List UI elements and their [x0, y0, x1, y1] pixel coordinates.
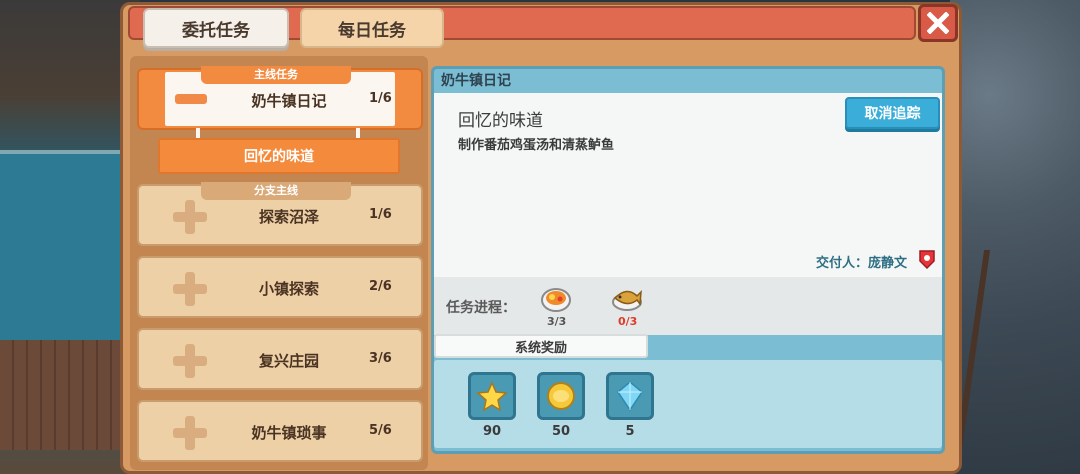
quest-name: 复兴庄园 [258, 352, 319, 370]
plus-icon [173, 344, 207, 378]
subquest-memory-taste[interactable]: 回忆的味道 [158, 138, 400, 174]
progress-label: 任务进程： [446, 300, 516, 316]
quest-name: 小镇探索 [258, 280, 319, 298]
reward-slot-crystal[interactable] [606, 372, 654, 420]
detail-header: 奶牛镇日记 [441, 73, 511, 89]
quest-item-dairy-town-diary[interactable]: 主线任务 奶牛镇日记 1/6 [137, 66, 423, 130]
tab-commission[interactable]: 委托任务 [143, 8, 289, 48]
item-count: 0/3 [618, 315, 638, 328]
tab-daily[interactable]: 每日任务 [300, 8, 444, 48]
quest-item-town-chores[interactable]: 奶牛镇琐事 5/6 [137, 400, 423, 462]
quest-name: 奶牛镇日记 [251, 92, 327, 110]
reward-slot-coin[interactable] [537, 372, 585, 420]
untrack-button[interactable]: 取消追踪 [845, 97, 940, 129]
quest-progress: 5/6 [369, 423, 392, 438]
tomato-egg-soup-icon[interactable] [540, 282, 572, 314]
coin-icon [547, 382, 575, 410]
quest-item-explore-swamp[interactable]: 分支主线 探索沼泽 1/6 [137, 182, 423, 246]
quest-item-town-explore[interactable]: 小镇探索 2/6 [137, 256, 423, 318]
steamed-perch-icon[interactable] [611, 282, 643, 314]
quest-progress: 2/6 [369, 279, 392, 294]
quest-category-tag: 主线任务 [201, 66, 351, 84]
quest-progress: 1/6 [369, 207, 392, 222]
quest-progress: 3/6 [369, 351, 392, 366]
reward-value: 50 [551, 424, 571, 439]
reward-value: 90 [482, 424, 502, 439]
quest-category-tag: 分支主线 [201, 182, 351, 200]
reward-value: 5 [625, 424, 635, 439]
quest-item-revive-farm[interactable]: 复兴庄园 3/6 [137, 328, 423, 390]
active-marker-icon [175, 94, 207, 104]
giver-badge-icon [919, 250, 935, 269]
item-count: 3/3 [547, 315, 567, 328]
quest-name: 奶牛镇琐事 [251, 424, 327, 442]
quest-progress: 1/6 [369, 91, 392, 106]
quest-title: 回忆的味道 [458, 111, 543, 131]
crystal-icon [617, 381, 643, 412]
close-button[interactable] [918, 4, 958, 42]
tab-system-rewards[interactable]: 系统奖励 [434, 334, 648, 358]
quest-giver: 交付人：庞静文 [816, 256, 908, 271]
pond [0, 150, 130, 340]
plus-icon [173, 200, 207, 234]
wooden-bridge [0, 340, 125, 450]
close-icon [927, 12, 949, 34]
reward-slot-star[interactable] [468, 372, 516, 420]
quest-description: 制作番茄鸡蛋汤和清蒸鲈鱼 [458, 138, 615, 153]
quest-name: 探索沼泽 [258, 208, 319, 226]
star-icon [476, 381, 508, 412]
plus-icon [173, 272, 207, 306]
plus-icon [173, 416, 207, 450]
